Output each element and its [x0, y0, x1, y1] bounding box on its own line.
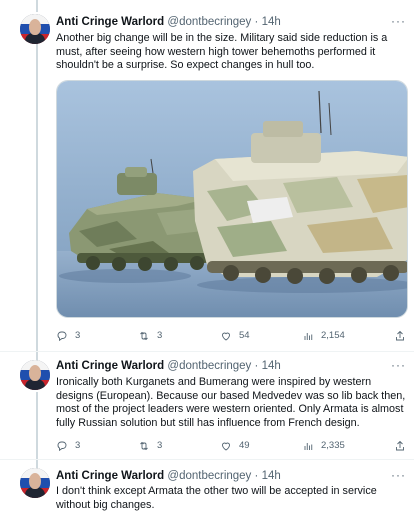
heart-icon	[222, 332, 230, 341]
retweet-count: 3	[157, 440, 163, 451]
separator-dot: ·	[254, 16, 259, 28]
tweet-actions: 3 3 54 2,154	[56, 327, 408, 345]
tweet[interactable]: Anti Cringe Warlord @dontbecringey · 14h…	[0, 460, 414, 523]
share-icon	[396, 440, 404, 451]
more-icon[interactable]: ···	[391, 357, 406, 373]
display-name[interactable]: Anti Cringe Warlord	[56, 360, 164, 372]
timestamp[interactable]: 14h	[262, 470, 281, 482]
timestamp[interactable]: 14h	[262, 360, 281, 372]
views-count: 2,335	[321, 440, 345, 451]
tweet-header: Anti Cringe Warlord @dontbecringey · 14h	[56, 468, 281, 484]
retweet-button[interactable]: 3	[138, 437, 162, 455]
two-armored-vehicles-model-photo	[57, 81, 407, 317]
more-icon[interactable]: ···	[391, 13, 406, 29]
tweet[interactable]: Anti Cringe Warlord @dontbecringey · 14h…	[0, 352, 414, 460]
tweet-actions: 3 3 49 2,335	[56, 437, 408, 455]
display-name[interactable]: Anti Cringe Warlord	[56, 16, 164, 28]
tweet-header: Anti Cringe Warlord @dontbecringey · 14h	[56, 358, 281, 374]
display-name[interactable]: Anti Cringe Warlord	[56, 470, 164, 482]
reply-count: 3	[75, 440, 81, 451]
heart-icon	[222, 442, 230, 451]
tweet[interactable]: Anti Cringe Warlord @dontbecringey · 14h…	[0, 0, 414, 352]
avatar[interactable]	[20, 14, 50, 44]
separator-dot: ·	[254, 470, 259, 482]
tweet-header: Anti Cringe Warlord @dontbecringey · 14h	[56, 14, 281, 30]
reply-icon	[57, 441, 67, 452]
tweet-text: I don't think except Armata the other tw…	[56, 485, 377, 511]
more-icon[interactable]: ···	[391, 467, 406, 483]
reply-icon	[57, 331, 67, 342]
timestamp[interactable]: 14h	[262, 16, 281, 28]
retweet-icon	[140, 441, 148, 451]
user-handle[interactable]: @dontbecringey	[167, 360, 251, 372]
views-button[interactable]: 2,154	[302, 327, 345, 345]
user-handle[interactable]: @dontbecringey	[167, 470, 251, 482]
separator-dot: ·	[254, 360, 259, 372]
reply-button[interactable]: 3	[56, 327, 80, 345]
views-icon	[304, 443, 313, 450]
like-count: 54	[239, 330, 250, 341]
reply-button[interactable]: 3	[56, 437, 80, 455]
tweet-text: Ironically both Kurganets and Bumerang w…	[56, 376, 406, 429]
user-handle[interactable]: @dontbecringey	[167, 16, 251, 28]
views-button[interactable]: 2,335	[302, 437, 345, 455]
tweet-text: Another big change will be in the size. …	[56, 32, 388, 72]
share-button[interactable]	[394, 327, 413, 345]
views-icon	[304, 333, 313, 340]
like-button[interactable]: 49	[220, 437, 250, 455]
like-count: 49	[239, 440, 250, 451]
retweet-count: 3	[157, 330, 163, 341]
share-icon	[396, 330, 404, 341]
reply-count: 3	[75, 330, 81, 341]
avatar[interactable]	[20, 468, 50, 498]
views-count: 2,154	[321, 330, 345, 341]
avatar[interactable]	[20, 360, 50, 390]
tweet-image[interactable]	[56, 80, 408, 318]
like-button[interactable]: 54	[220, 327, 250, 345]
retweet-button[interactable]: 3	[138, 327, 162, 345]
retweet-icon	[140, 331, 148, 341]
share-button[interactable]	[394, 437, 413, 455]
